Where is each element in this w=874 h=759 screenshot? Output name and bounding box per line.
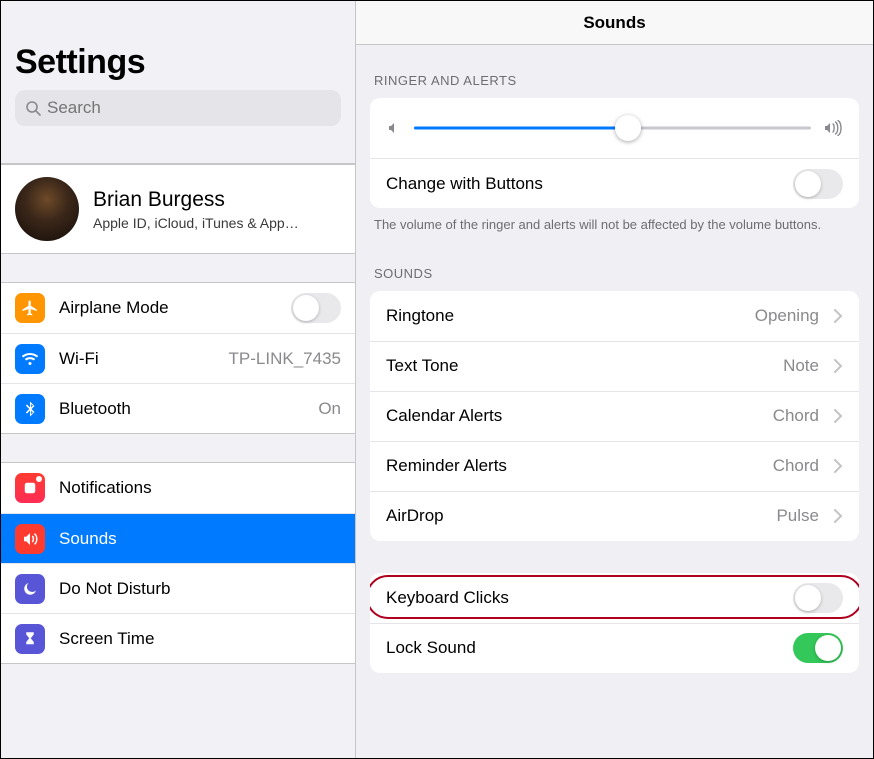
sound-row-label: Calendar Alerts [386, 406, 763, 426]
toggle-row-label: Lock Sound [386, 638, 783, 658]
sound-row-value: Opening [755, 306, 819, 326]
ringer-volume-slider[interactable] [414, 114, 811, 142]
sidebar-item-value: On [318, 399, 341, 419]
toggle-row-label: Keyboard Clicks [386, 588, 783, 608]
volume-high-icon [823, 120, 843, 136]
wifi-icon [15, 344, 45, 374]
search-icon [25, 100, 41, 116]
sidebar-item-label: Screen Time [59, 629, 341, 649]
sound-row-texttone[interactable]: Text Tone Note [370, 341, 859, 391]
sound-row-value: Chord [773, 406, 819, 426]
moon-icon [15, 574, 45, 604]
hourglass-icon [15, 624, 45, 654]
sidebar-item-label: Airplane Mode [59, 298, 277, 318]
sidebar-item-label: Do Not Disturb [59, 579, 341, 599]
settings-sidebar: Settings Brian Burgess Apple ID, iCloud,… [1, 1, 356, 758]
sidebar-item-airplane[interactable]: Airplane Mode [1, 283, 355, 333]
sidebar-item-label: Bluetooth [59, 399, 304, 419]
search-input[interactable] [47, 98, 331, 118]
chevron-right-icon [833, 409, 843, 423]
sidebar-item-screentime[interactable]: Screen Time [1, 613, 355, 663]
settings-title: Settings [15, 43, 341, 82]
notifications-icon [15, 473, 45, 503]
sound-row-airdrop[interactable]: AirDrop Pulse [370, 491, 859, 541]
sound-row-label: AirDrop [386, 506, 766, 526]
lock-toggle[interactable] [793, 633, 843, 663]
section-sounds-label: SOUNDS [356, 238, 873, 287]
sidebar-item-label: Notifications [59, 478, 341, 498]
sidebar-item-label: Sounds [59, 529, 341, 549]
keyboard-toggle[interactable] [793, 583, 843, 613]
sound-row-reminder[interactable]: Reminder Alerts Chord [370, 441, 859, 491]
search-field[interactable] [15, 90, 341, 126]
sidebar-group-alerts: Notifications Sounds Do Not Disturb Screen … [1, 462, 355, 664]
ringer-card: Change with Buttons [370, 98, 859, 208]
ringer-volume-row [370, 98, 859, 158]
bluetooth-icon [15, 394, 45, 424]
sidebar-item-wifi[interactable]: Wi-Fi TP-LINK_7435 [1, 333, 355, 383]
toggle-row-lock: Lock Sound [370, 623, 859, 673]
ringer-note: The volume of the ringer and alerts will… [356, 208, 873, 238]
sound-row-value: Pulse [776, 506, 819, 526]
detail-panel: Sounds RINGER AND ALERTS [356, 1, 873, 758]
volume-low-icon [386, 120, 402, 136]
airplane-icon [15, 293, 45, 323]
sidebar-item-dnd[interactable]: Do Not Disturb [1, 563, 355, 613]
sound-row-value: Chord [773, 456, 819, 476]
change-with-buttons-label: Change with Buttons [386, 174, 783, 194]
chevron-right-icon [833, 359, 843, 373]
sidebar-group-connectivity: Airplane Mode Wi-Fi TP-LINK_7435 Bluetooth O… [1, 282, 355, 434]
profile-name: Brian Burgess [93, 188, 299, 212]
detail-header: Sounds [356, 1, 873, 45]
sidebar-item-bluetooth[interactable]: Bluetooth On [1, 383, 355, 433]
detail-title: Sounds [583, 13, 645, 33]
chevron-right-icon [833, 509, 843, 523]
sound-row-label: Text Tone [386, 356, 773, 376]
change-with-buttons-row: Change with Buttons [370, 158, 859, 208]
sidebar-item-sounds[interactable]: Sounds [1, 513, 355, 563]
sound-row-calendar[interactable]: Calendar Alerts Chord [370, 391, 859, 441]
profile-row[interactable]: Brian Burgess Apple ID, iCloud, iTunes &… [1, 164, 355, 254]
sidebar-item-notifications[interactable]: Notifications [1, 463, 355, 513]
avatar [15, 177, 79, 241]
sound-row-label: Ringtone [386, 306, 745, 326]
section-ringer-label: RINGER AND ALERTS [356, 45, 873, 94]
sound-toggles-card: Keyboard Clicks Lock Sound [370, 573, 859, 673]
chevron-right-icon [833, 309, 843, 323]
sound-list-card: Ringtone Opening Text Tone Note Calendar Ale… [370, 291, 859, 541]
change-with-buttons-toggle[interactable] [793, 169, 843, 199]
airplane-toggle[interactable] [291, 293, 341, 323]
sidebar-item-label: Wi-Fi [59, 349, 215, 369]
toggle-row-keyboard: Keyboard Clicks [370, 573, 859, 623]
sound-row-label: Reminder Alerts [386, 456, 763, 476]
profile-subtitle: Apple ID, iCloud, iTunes & App… [93, 215, 299, 231]
speaker-icon [15, 524, 45, 554]
sound-row-ringtone[interactable]: Ringtone Opening [370, 291, 859, 341]
chevron-right-icon [833, 459, 843, 473]
sidebar-item-value: TP-LINK_7435 [229, 349, 341, 369]
sound-row-value: Note [783, 356, 819, 376]
